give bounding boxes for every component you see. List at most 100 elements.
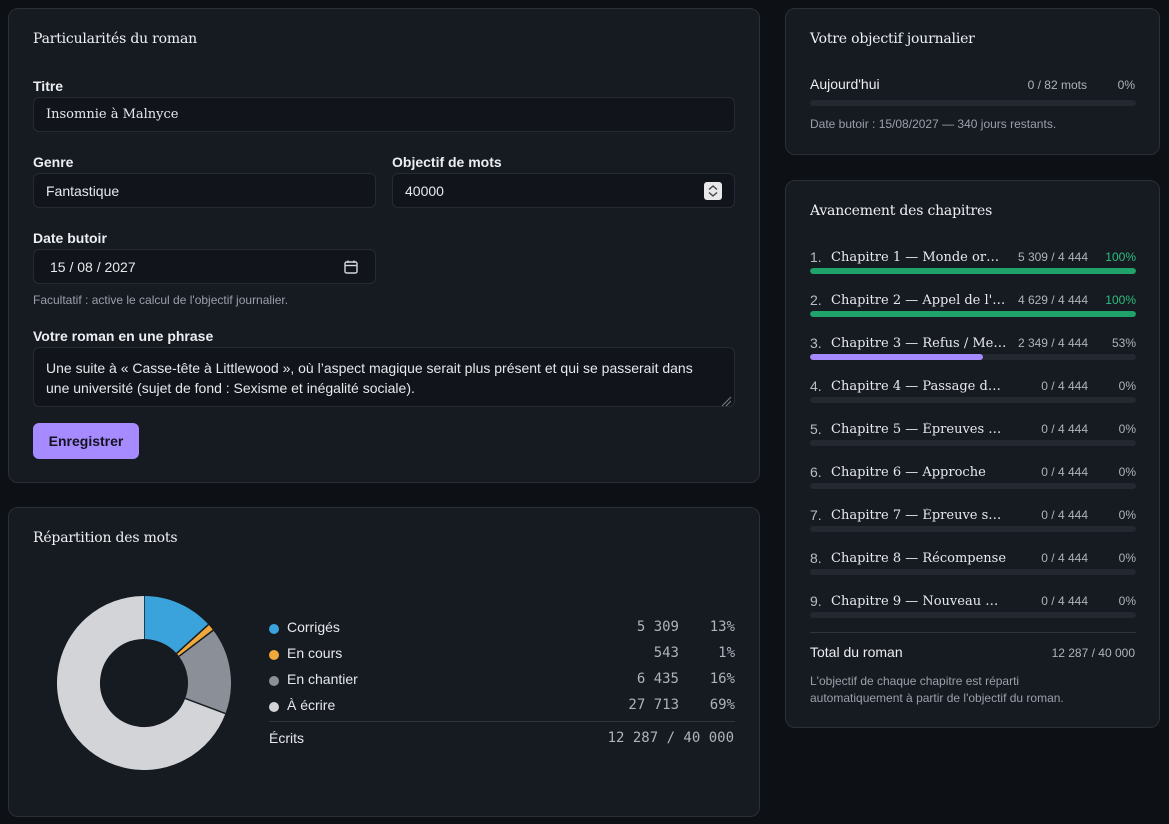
phrase-textarea[interactable]: Une suite à « Casse-tête à Littlewood »,… bbox=[33, 347, 735, 407]
chapter-row: 1. Chapitre 1 — Monde ordinaire 5 309 / 4 … bbox=[810, 249, 1136, 292]
stepper-icon[interactable] bbox=[704, 182, 722, 200]
donut-slice bbox=[143, 596, 209, 655]
objectif-value: 40000 bbox=[405, 182, 444, 199]
legend-dot bbox=[269, 676, 279, 686]
repartition-card: Répartition des mots Écrits 12 287 / 40 … bbox=[8, 507, 760, 817]
legend-value: 27 713 bbox=[628, 697, 679, 713]
resize-handle-icon[interactable] bbox=[720, 392, 732, 407]
legend-percent: 16% bbox=[709, 671, 735, 687]
titre-value: Insomnie à Malnyce bbox=[46, 107, 179, 122]
chapter-percent: 0% bbox=[1118, 508, 1136, 522]
chapter-row: 3. Chapitre 3 — Refus / Mentor 2 349 / 4 4… bbox=[810, 335, 1136, 378]
chapter-name: Chapitre 7 — Épreuve suprême bbox=[831, 508, 1007, 523]
chapter-percent: 0% bbox=[1118, 551, 1136, 565]
deadline-text: Date butoir : 15/08/2027 — 340 jours res… bbox=[810, 117, 1057, 131]
chapter-number: 5. bbox=[810, 421, 822, 437]
chapter-progress-bar bbox=[810, 354, 1136, 360]
date-value: 15 / 08 / 2027 bbox=[50, 258, 136, 275]
chapters-card: Avancement des chapitres 1. Chapitre 1 — … bbox=[785, 180, 1160, 728]
chapter-number: 1. bbox=[810, 249, 822, 265]
legend-item: Corrigés 5 309 13% bbox=[269, 619, 735, 645]
chapter-progress-bar bbox=[810, 526, 1136, 532]
legend-name: Corrigés bbox=[287, 619, 340, 635]
chapter-progress-bar bbox=[810, 569, 1136, 575]
daily-progress-bar bbox=[810, 100, 1136, 106]
chapter-number: 4. bbox=[810, 378, 822, 394]
legend-name: À écrire bbox=[287, 697, 336, 713]
chapter-percent: 0% bbox=[1118, 422, 1136, 436]
chapter-row: 9. Chapitre 9 — Nouveau monde 0 / 4 444 0% bbox=[810, 593, 1136, 636]
save-button[interactable]: Enregistrer bbox=[33, 423, 139, 459]
donut-slice bbox=[178, 630, 231, 714]
chapter-count: 5 309 / 4 444 bbox=[1017, 250, 1088, 264]
titre-input[interactable]: Insomnie à Malnyce bbox=[33, 97, 735, 132]
legend-dot bbox=[269, 624, 279, 634]
chapter-percent: 0% bbox=[1118, 379, 1136, 393]
objectif-input[interactable]: 40000 bbox=[392, 173, 735, 208]
legend-dot bbox=[269, 650, 279, 660]
donut-slice bbox=[176, 624, 214, 657]
legend-percent: 69% bbox=[709, 697, 735, 713]
genre-label: Genre bbox=[33, 154, 74, 170]
chapter-name: Chapitre 3 — Refus / Mentor bbox=[831, 336, 1007, 351]
legend-value: 5 309 bbox=[636, 619, 679, 635]
date-hint: Facultatif : active le calcul de l'objec… bbox=[33, 293, 289, 307]
chapter-row: 5. Chapitre 5 — Épreuves et alliés 0 / 4 4… bbox=[810, 421, 1136, 464]
chapter-progress-bar bbox=[810, 440, 1136, 446]
objectif-label: Objectif de mots bbox=[392, 154, 502, 170]
chapter-count: 0 / 4 444 bbox=[1041, 551, 1088, 565]
phrase-label: Votre roman en une phrase bbox=[33, 328, 214, 344]
phrase-value: Une suite à « Casse-tête à Littlewood »,… bbox=[46, 360, 693, 396]
chapter-name: Chapitre 5 — Épreuves et alliés bbox=[831, 422, 1007, 437]
calendar-icon[interactable] bbox=[343, 259, 359, 275]
legend-percent: 13% bbox=[709, 619, 735, 635]
legend-name: En cours bbox=[287, 645, 343, 661]
chapters-note: L'objectif de chaque chapitre est répart… bbox=[810, 674, 1064, 705]
chapter-number: 9. bbox=[810, 593, 822, 609]
chapter-number: 2. bbox=[810, 292, 822, 308]
details-title: Particularités du roman bbox=[33, 31, 197, 47]
chapter-name: Chapitre 9 — Nouveau monde bbox=[831, 594, 1007, 609]
genre-input[interactable]: Fantastique bbox=[33, 173, 376, 208]
chapter-name: Chapitre 8 — Récompense bbox=[831, 551, 1007, 566]
chapter-progress-fill bbox=[810, 268, 1136, 274]
legend-name: En chantier bbox=[287, 671, 358, 687]
today-count: 0 / 82 mots bbox=[1027, 78, 1087, 92]
written-label: Écrits bbox=[269, 730, 304, 746]
chapter-name: Chapitre 4 — Passage du seuil bbox=[831, 379, 1007, 394]
chapter-row: 6. Chapitre 6 — Approche 0 / 4 444 0% bbox=[810, 464, 1136, 507]
legend-value: 6 435 bbox=[636, 671, 679, 687]
legend-value: 543 bbox=[653, 645, 679, 661]
chapter-progress-bar bbox=[810, 397, 1136, 403]
chapter-progress-fill bbox=[810, 311, 1136, 317]
chapter-number: 8. bbox=[810, 550, 822, 566]
chapter-number: 6. bbox=[810, 464, 822, 480]
chapter-progress-bar bbox=[810, 268, 1136, 274]
chapter-count: 0 / 4 444 bbox=[1041, 422, 1088, 436]
chapter-percent: 0% bbox=[1118, 594, 1136, 608]
titre-label: Titre bbox=[33, 78, 64, 94]
chapter-progress-bar bbox=[810, 612, 1136, 618]
legend-item: À écrire 27 713 69% bbox=[269, 697, 735, 723]
chapter-count: 4 629 / 4 444 bbox=[1017, 293, 1088, 307]
chapter-name: Chapitre 6 — Approche bbox=[831, 465, 986, 480]
date-label: Date butoir bbox=[33, 230, 107, 246]
chapter-count: 0 / 4 444 bbox=[1041, 379, 1088, 393]
daily-title: Votre objectif journalier bbox=[810, 31, 975, 47]
chapter-number: 3. bbox=[810, 335, 822, 351]
chapter-number: 7. bbox=[810, 507, 822, 523]
chapter-progress-bar bbox=[810, 311, 1136, 317]
chapter-name: Chapitre 1 — Monde ordinaire bbox=[831, 250, 1007, 265]
chapter-name: Chapitre 2 — Appel de l'aventure bbox=[831, 293, 1007, 308]
written-value: 12 287 / 40 000 bbox=[607, 730, 734, 746]
chapters-title: Avancement des chapitres bbox=[810, 203, 993, 219]
date-input[interactable]: 15 / 08 / 2027 bbox=[33, 249, 376, 284]
daily-card: Votre objectif journalier Aujourd'hui 0 … bbox=[785, 8, 1160, 155]
chapter-count: 0 / 4 444 bbox=[1041, 594, 1088, 608]
chapter-count: 0 / 4 444 bbox=[1041, 508, 1088, 522]
chapter-count: 2 349 / 4 444 bbox=[1017, 336, 1088, 350]
legend-item: En cours 543 1% bbox=[269, 645, 735, 671]
chapter-percent: 53% bbox=[1111, 336, 1136, 350]
chapter-row: 4. Chapitre 4 — Passage du seuil 0 / 4 444… bbox=[810, 378, 1136, 421]
chapters-divider bbox=[810, 632, 1136, 633]
